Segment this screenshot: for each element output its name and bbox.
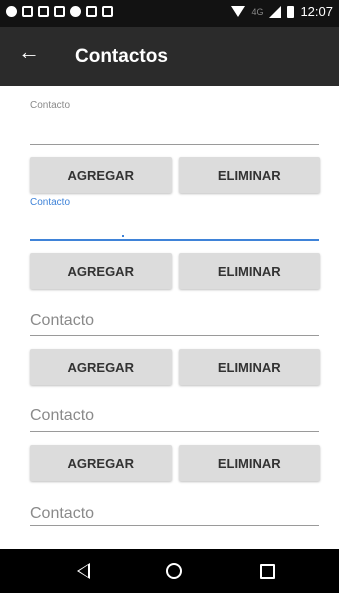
nav-back-icon[interactable] — [77, 563, 90, 579]
contact-field-3[interactable]: Contacto — [30, 312, 319, 338]
add-button[interactable]: AGREGAR — [30, 253, 172, 289]
contact-field-2[interactable]: Contacto — [30, 197, 319, 243]
contact-field-label: Contacto — [30, 100, 71, 111]
button-row-2: AGREGAR ELIMINAR — [30, 253, 320, 289]
notes-icon — [22, 6, 33, 17]
messenger-icon — [70, 6, 81, 17]
flag-icon — [102, 6, 113, 17]
underline — [30, 144, 319, 145]
gmail-icon — [38, 6, 49, 17]
battery-icon — [287, 5, 295, 18]
button-row-3: AGREGAR ELIMINAR — [30, 349, 320, 385]
add-button[interactable]: AGREGAR — [30, 157, 172, 193]
add-button[interactable]: AGREGAR — [30, 349, 172, 385]
image-icon — [54, 6, 65, 17]
app-bar: ← Contactos — [0, 27, 339, 86]
contact-field-4[interactable]: Contacto — [30, 407, 319, 433]
messenger-icon — [6, 6, 17, 17]
underline — [30, 239, 319, 241]
gmail-icon — [86, 6, 97, 17]
wifi-icon — [231, 6, 246, 17]
contact-input[interactable] — [30, 213, 319, 235]
page-title: Contactos — [75, 46, 168, 67]
remove-button[interactable]: ELIMINAR — [178, 157, 320, 193]
underline — [30, 335, 319, 336]
clock: 12:07 — [300, 4, 333, 19]
remove-button[interactable]: ELIMINAR — [178, 349, 320, 385]
arrow-back-icon[interactable]: ← — [18, 41, 40, 63]
notification-icons — [6, 6, 113, 17]
nav-home-icon[interactable] — [166, 563, 182, 579]
contact-placeholder: Contacto — [30, 505, 95, 522]
contact-placeholder: Contacto — [30, 407, 95, 424]
remove-button[interactable]: ELIMINAR — [178, 445, 320, 481]
contact-field-label: Contacto — [30, 197, 71, 208]
text-cursor — [122, 235, 124, 237]
button-row-1: AGREGAR ELIMINAR — [30, 157, 320, 193]
contact-input[interactable] — [30, 120, 319, 142]
status-right: 4G 12:07 — [231, 4, 333, 19]
network-type: 4G — [251, 6, 264, 17]
signal-icon — [269, 5, 282, 18]
status-bar: 4G 12:07 — [0, 0, 339, 27]
remove-button[interactable]: ELIMINAR — [178, 253, 320, 289]
navigation-bar — [0, 549, 339, 593]
button-row-4: AGREGAR ELIMINAR — [30, 445, 320, 481]
add-button[interactable]: AGREGAR — [30, 445, 172, 481]
nav-recents-icon[interactable] — [260, 564, 275, 579]
contact-field-1[interactable]: Contacto — [30, 100, 319, 146]
contact-placeholder: Contacto — [30, 312, 95, 329]
underline — [30, 525, 319, 526]
underline — [30, 431, 319, 432]
contact-field-5[interactable]: Contacto — [30, 505, 319, 531]
